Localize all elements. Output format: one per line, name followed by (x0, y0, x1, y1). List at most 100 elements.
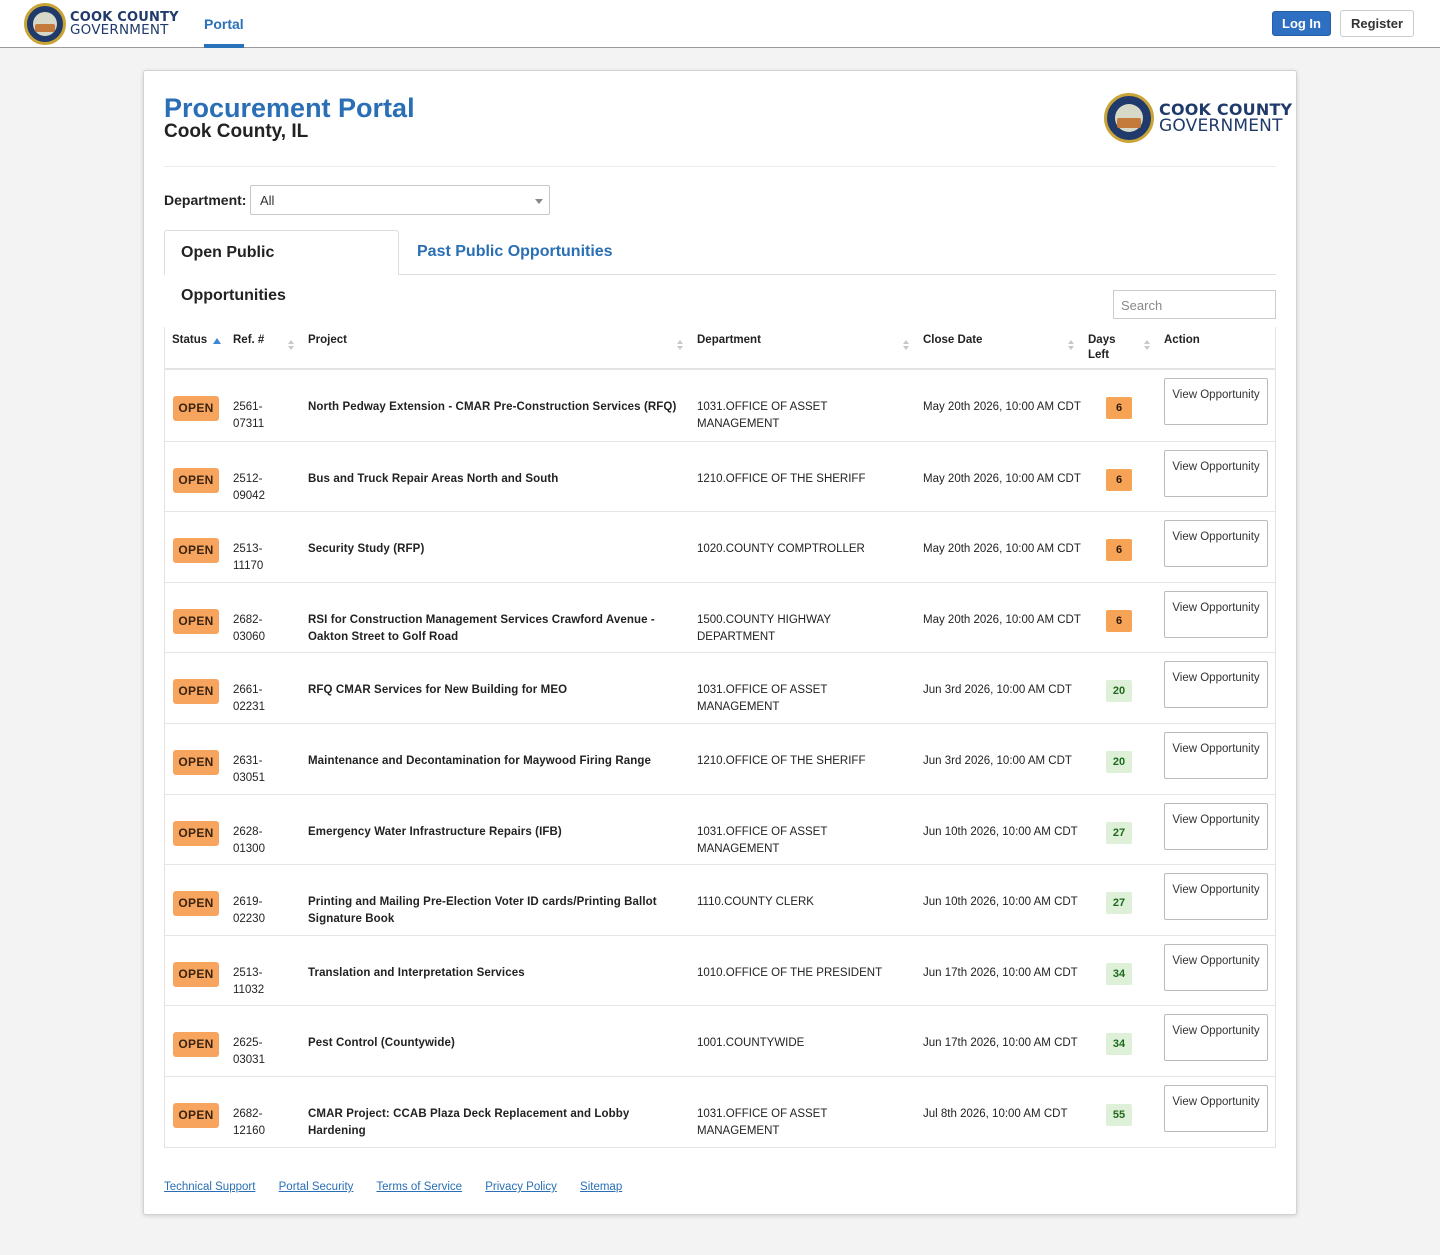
county-seal-icon (1104, 93, 1154, 143)
sort-ascending-icon[interactable] (213, 338, 221, 344)
footer-link-privacy-policy[interactable]: Privacy Policy (485, 1181, 557, 1193)
department-name: 1031.OFFICE OF ASSET MANAGEMENT (697, 401, 828, 430)
ref-number: 2625-03031 (233, 1037, 265, 1067)
sort-icon[interactable] (1144, 340, 1151, 350)
view-opportunity-button[interactable]: View Opportunity (1164, 520, 1268, 568)
days-left-badge: 6 (1106, 397, 1132, 419)
login-button[interactable]: Log In (1272, 11, 1331, 36)
project-name: Printing and Mailing Pre-Election Voter … (308, 896, 657, 926)
table-row: OPEN 2661-02231 RFQ CMAR Services for New … (165, 652, 1275, 723)
status-badge: OPEN (173, 1032, 219, 1058)
close-date: Jun 10th 2026, 10:00 AM CDT (923, 825, 1078, 838)
days-left-badge: 6 (1106, 468, 1132, 491)
department-select[interactable]: All (250, 185, 550, 215)
column-header-ref[interactable]: Ref. # (233, 333, 264, 348)
department-name: 1210.OFFICE OF THE SHERIFF (697, 472, 866, 485)
view-opportunity-button[interactable]: View Opportunity (1164, 731, 1268, 779)
ref-number: 2513-11170 (233, 543, 264, 573)
status-badge: OPEN (173, 679, 219, 705)
register-button[interactable]: Register (1340, 10, 1414, 37)
status-badge: OPEN (173, 1102, 219, 1128)
department-name: 1031.OFFICE OF ASSET MANAGEMENT (697, 684, 828, 714)
department-name: 1110.COUNTY CLERK (697, 896, 814, 909)
main-card: Procurement Portal Cook County, IL COOK … (143, 70, 1297, 1215)
footer-link-technical-support[interactable]: Technical Support (164, 1181, 255, 1193)
status-badge: OPEN (173, 538, 219, 564)
department-name: 1001.COUNTYWIDE (697, 1037, 805, 1050)
brand-logo-link[interactable]: COOK COUNTY GOVERNMENT (24, 3, 179, 45)
department-filter-label: Department: (164, 192, 247, 208)
tab-past-opportunities[interactable]: Past Public Opportunities (401, 230, 629, 275)
opportunity-tabs: Open Public Opportunities Past Public Op… (164, 230, 1276, 304)
project-name: Security Study (RFP) (308, 543, 425, 556)
close-date: Jun 10th 2026, 10:00 AM CDT (923, 896, 1078, 909)
status-badge: OPEN (173, 820, 219, 846)
page-title: Procurement Portal (164, 93, 415, 123)
status-badge: OPEN (173, 396, 219, 421)
close-date: Jun 3rd 2026, 10:00 AM CDT (923, 684, 1072, 697)
view-opportunity-button[interactable]: View Opportunity (1164, 1014, 1268, 1062)
days-left-badge: 27 (1106, 821, 1132, 844)
column-header-department[interactable]: Department (697, 333, 761, 348)
footer-link-portal-security[interactable]: Portal Security (279, 1181, 354, 1193)
sort-icon[interactable] (903, 340, 910, 350)
view-opportunity-button[interactable]: View Opportunity (1164, 661, 1268, 709)
days-left-badge: 55 (1106, 1103, 1132, 1126)
column-header-action: Action (1164, 334, 1200, 346)
column-header-status[interactable]: Status (172, 333, 207, 348)
project-name: RFQ CMAR Services for New Building for M… (308, 684, 568, 697)
project-name: CMAR Project: CCAB Plaza Deck Replacemen… (308, 1107, 630, 1137)
table-row: OPEN 2631-03051 Maintenance and Decontamin… (165, 722, 1275, 794)
close-date: May 20th 2026, 10:00 AM CDT (923, 613, 1081, 626)
column-header-days-left[interactable]: Days Left (1088, 333, 1122, 363)
view-opportunity-button[interactable]: View Opportunity (1164, 802, 1268, 850)
status-badge: OPEN (173, 961, 219, 987)
county-seal-icon (24, 3, 66, 45)
ref-number: 2682-12160 (233, 1107, 265, 1137)
sort-icon[interactable] (288, 340, 295, 350)
footer-link-sitemap[interactable]: Sitemap (580, 1181, 622, 1193)
top-navbar: COOK COUNTY GOVERNMENT Portal Log In Reg… (0, 0, 1440, 48)
days-left-badge: 20 (1106, 680, 1132, 703)
project-name: Maintenance and Decontamination for Mayw… (308, 754, 651, 767)
sort-icon[interactable] (677, 340, 684, 350)
column-header-project[interactable]: Project (308, 333, 347, 348)
close-date: Jun 3rd 2026, 10:00 AM CDT (923, 754, 1072, 767)
close-date: Jul 8th 2026, 10:00 AM CDT (923, 1107, 1068, 1120)
ref-number: 2512-09042 (233, 472, 265, 502)
view-opportunity-button[interactable]: View Opportunity (1164, 378, 1268, 425)
department-name: 1500.COUNTY HIGHWAY DEPARTMENT (697, 613, 831, 643)
view-opportunity-button[interactable]: View Opportunity (1164, 1084, 1268, 1132)
close-date: Jun 17th 2026, 10:00 AM CDT (923, 966, 1078, 979)
view-opportunity-button[interactable]: View Opportunity (1164, 590, 1268, 638)
days-left-badge: 34 (1106, 962, 1132, 985)
status-badge: OPEN (173, 749, 219, 775)
page-subtitle: Cook County, IL (164, 121, 309, 142)
days-left-badge: 27 (1106, 892, 1132, 915)
project-name: Translation and Interpretation Services (308, 966, 525, 979)
table-row: OPEN 2513-11170 Security Study (RFP) 1020.C… (165, 511, 1275, 582)
status-badge: OPEN (173, 891, 219, 917)
tab-open-opportunities[interactable]: Open Public Opportunities (164, 230, 399, 304)
days-left-badge: 20 (1106, 750, 1132, 773)
view-opportunity-button[interactable]: View Opportunity (1164, 449, 1268, 497)
view-opportunity-button[interactable]: View Opportunity (1164, 873, 1268, 921)
table-row: OPEN 2513-11032 Translation and Interpreta… (165, 934, 1275, 1006)
table-row: OPEN 2682-12160 CMAR Project: CCAB Plaza D… (165, 1075, 1275, 1147)
project-name: RSI for Construction Management Services… (308, 613, 655, 643)
view-opportunity-button[interactable]: View Opportunity (1164, 943, 1268, 991)
footer-link-terms-of-service[interactable]: Terms of Service (376, 1181, 462, 1193)
nav-portal-link[interactable]: Portal (204, 16, 244, 32)
days-left-badge: 6 (1106, 609, 1132, 632)
project-name: Pest Control (Countywide) (308, 1037, 455, 1050)
sort-icon[interactable] (1068, 340, 1075, 350)
chevron-down-icon (535, 199, 543, 204)
department-name: 1210.OFFICE OF THE SHERIFF (697, 754, 866, 767)
column-header-close-date[interactable]: Close Date (923, 333, 982, 348)
department-select-value: All (260, 193, 275, 208)
ref-number: 2631-03051 (233, 754, 265, 784)
search-input[interactable]: Search (1113, 290, 1276, 319)
table-row: OPEN 2625-03031 Pest Control (Countywide) 1… (165, 1005, 1275, 1076)
close-date: Jun 17th 2026, 10:00 AM CDT (923, 1037, 1078, 1050)
close-date: May 20th 2026, 10:00 AM CDT (923, 472, 1081, 485)
